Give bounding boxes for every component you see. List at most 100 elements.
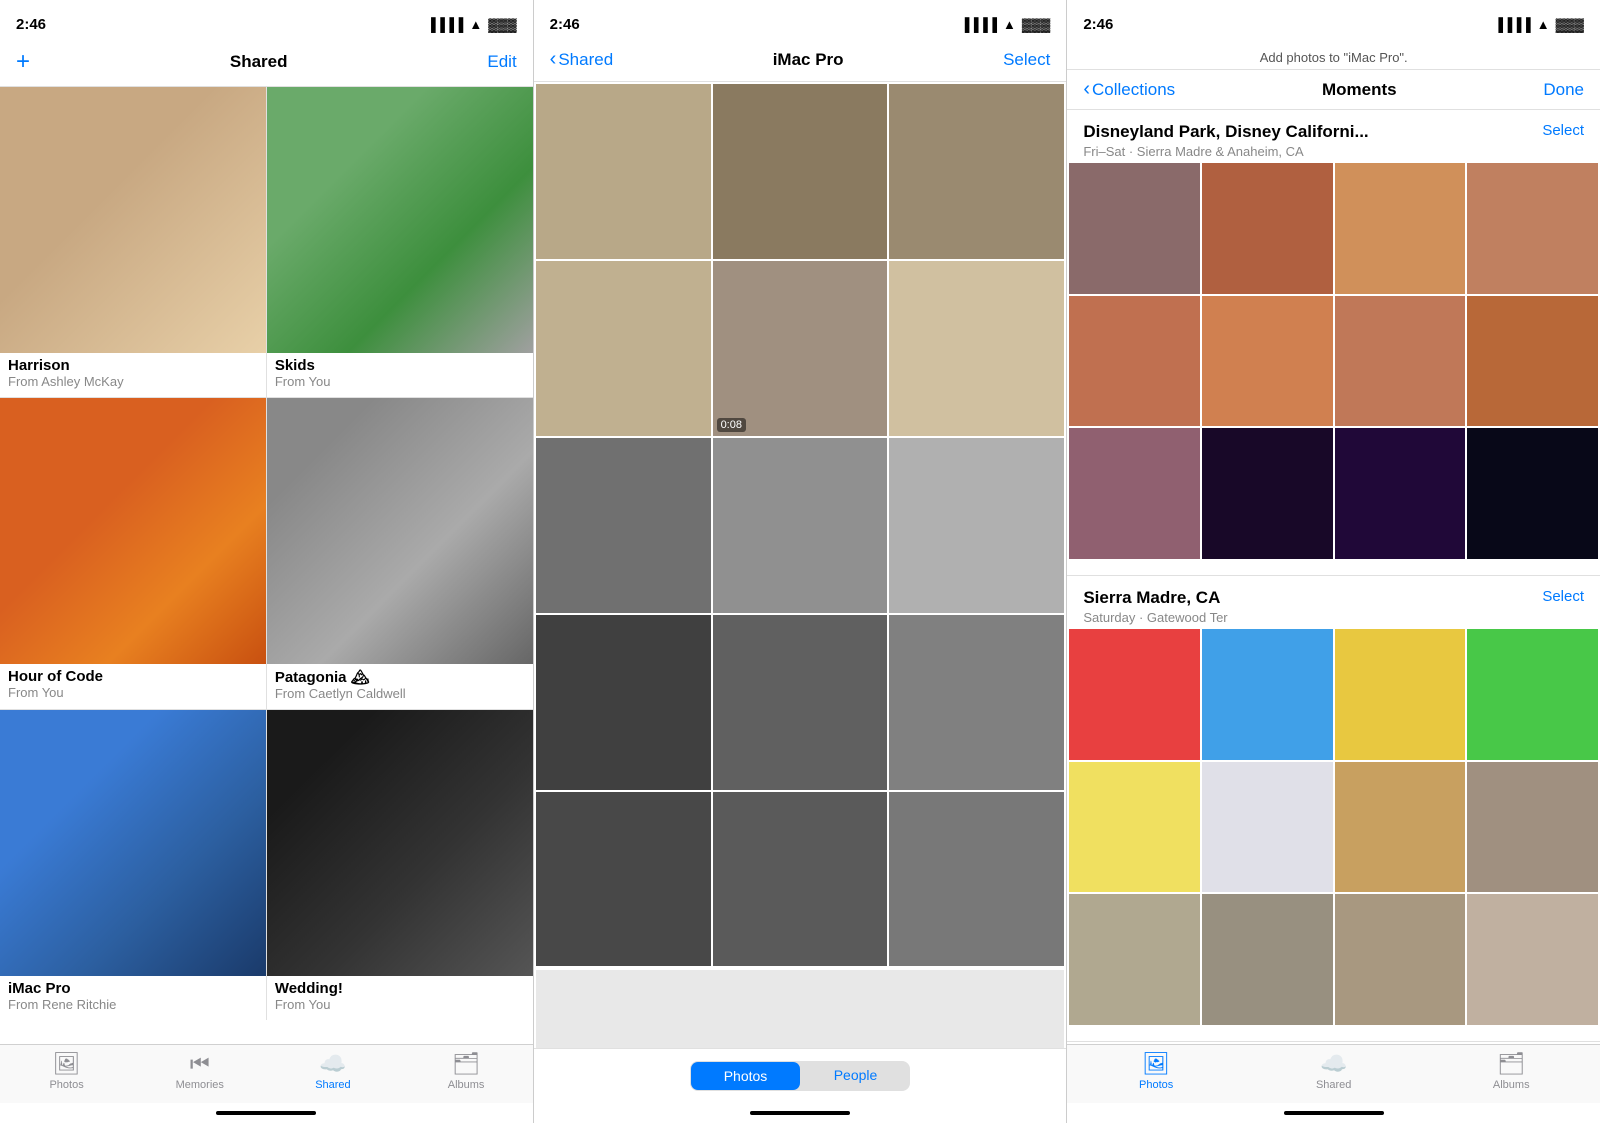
photo-cell-p10[interactable] [536, 615, 711, 790]
photo-color-p3 [889, 84, 1064, 259]
signal-icon-3: ▐▐▐▐ [1494, 17, 1531, 32]
moment-photo-disneyland-5[interactable] [1202, 296, 1333, 427]
back-button-3[interactable]: ‹ Collections [1083, 78, 1175, 101]
photo-cell-p9[interactable] [889, 438, 1064, 613]
photo-color-p1 [536, 84, 711, 259]
wifi-icon: ▲ [469, 17, 482, 32]
nav-bar-3: ‹ Collections Moments Done [1067, 70, 1600, 110]
moment-photo-sierramadre-3[interactable] [1467, 629, 1598, 760]
album-item-wedding[interactable]: Wedding! From You [267, 710, 533, 1020]
moment-photo-disneyland-8[interactable] [1069, 428, 1200, 559]
photo-cell-p6[interactable] [889, 261, 1064, 436]
photo-cell-p8[interactable] [713, 438, 888, 613]
home-bar-3 [1284, 1111, 1384, 1115]
add-button[interactable]: + [16, 48, 30, 76]
album-name-patagonia: Patagonia 🏔 [267, 664, 533, 686]
album-thumb-patagonia [267, 398, 533, 664]
moment-photo-sierramadre-2[interactable] [1335, 629, 1466, 760]
tab-photos-1[interactable]: 🖼 Photos [0, 1051, 133, 1091]
album-sub-harrison: From Ashley McKay [0, 374, 266, 389]
photo-cell-p7[interactable] [536, 438, 711, 613]
album-item-harrison[interactable]: Harrison From Ashley McKay [0, 87, 266, 397]
chevron-left-icon-3: ‹ [1083, 78, 1090, 101]
nav-bar-2: ‹ Shared iMac Pro Select [534, 44, 1067, 82]
status-bar-1: 2:46 ▐▐▐▐ ▲ ▓▓▓ [0, 0, 533, 44]
moment-photo-sierramadre-0[interactable] [1069, 629, 1200, 760]
tab-memories-1[interactable]: ⏮ Memories [133, 1051, 266, 1091]
album-item-skids[interactable]: Skids From You [267, 87, 533, 397]
moment-photo-disneyland-11[interactable] [1467, 428, 1598, 559]
status-bar-3: 2:46 ▐▐▐▐ ▲ ▓▓▓ [1067, 0, 1600, 44]
photo-grid-2: 0:08 [534, 82, 1067, 968]
moment-select-disneyland[interactable]: Select [1542, 122, 1584, 139]
moment-grid-sierramadre [1067, 629, 1600, 1025]
moment-info-sierramadre: Sierra Madre, CA Saturday · Gatewood Ter [1083, 588, 1227, 625]
nav-title-1: Shared [230, 52, 288, 72]
photo-cell-p11[interactable] [713, 615, 888, 790]
photo-cell-p14[interactable] [713, 792, 888, 967]
moment-photo-disneyland-3[interactable] [1467, 163, 1598, 294]
moment-photo-sierramadre-10[interactable] [1335, 894, 1466, 1025]
video-badge-p5: 0:08 [717, 418, 746, 432]
moment-photo-sierramadre-4[interactable] [1069, 762, 1200, 893]
wifi-icon-3: ▲ [1537, 17, 1550, 32]
done-button-3[interactable]: Done [1543, 80, 1584, 100]
add-photos-cell[interactable]: + [536, 970, 1065, 1048]
back-button-2[interactable]: ‹ Shared [550, 48, 614, 71]
people-seg-btn[interactable]: People [801, 1061, 910, 1091]
photo-cell-p1[interactable] [536, 84, 711, 259]
album-thumb-skids [267, 87, 533, 353]
photo-cell-p3[interactable] [889, 84, 1064, 259]
moment-photo-sierramadre-5[interactable] [1202, 762, 1333, 893]
photo-color-p6 [889, 261, 1064, 436]
moment-photo-disneyland-10[interactable] [1335, 428, 1466, 559]
tab-albums-3[interactable]: 🗂 Albums [1422, 1051, 1600, 1091]
photo-color-p2 [713, 84, 888, 259]
album-item-hourcode[interactable]: Hour of Code From You [0, 398, 266, 709]
photo-cell-p4[interactable] [536, 261, 711, 436]
album-name-wedding: Wedding! [267, 976, 533, 997]
photos-seg-btn[interactable]: Photos [691, 1062, 800, 1090]
moment-photo-disneyland-4[interactable] [1069, 296, 1200, 427]
tab-bar-1: 🖼 Photos ⏮ Memories ☁️ Shared 🗂 Albums [0, 1044, 533, 1103]
edit-button[interactable]: Edit [487, 52, 516, 72]
moment-photo-disneyland-0[interactable] [1069, 163, 1200, 294]
photo-cell-p2[interactable] [713, 84, 888, 259]
moment-photo-sierramadre-8[interactable] [1069, 894, 1200, 1025]
select-button-2[interactable]: Select [1003, 50, 1050, 70]
moment-photo-disneyland-1[interactable] [1202, 163, 1333, 294]
moment-photo-sierramadre-7[interactable] [1467, 762, 1598, 893]
status-time-3: 2:46 [1083, 16, 1113, 33]
status-time-2: 2:46 [550, 16, 580, 33]
nav-title-3: Moments [1322, 80, 1397, 100]
moment-select-sierramadre[interactable]: Select [1542, 588, 1584, 605]
tab-shared-1[interactable]: ☁️ Shared [266, 1051, 399, 1091]
moment-photo-disneyland-9[interactable] [1202, 428, 1333, 559]
moment-photo-sierramadre-9[interactable] [1202, 894, 1333, 1025]
tab-shared-3[interactable]: ☁️ Shared [1245, 1051, 1423, 1091]
photo-cell-p15[interactable] [889, 792, 1064, 967]
photo-cell-p12[interactable] [889, 615, 1064, 790]
moment-photo-sierramadre-11[interactable] [1467, 894, 1598, 1025]
moment-photo-disneyland-7[interactable] [1467, 296, 1598, 427]
moment-photo-sierramadre-1[interactable] [1202, 629, 1333, 760]
moment-photo-disneyland-6[interactable] [1335, 296, 1466, 427]
tab-albums-1[interactable]: 🗂 Albums [400, 1051, 533, 1091]
moment-sub-disneyland: Fri–Sat · Sierra Madre & Anaheim, CA [1083, 144, 1368, 159]
home-bar-1 [216, 1111, 316, 1115]
moment-photo-disneyland-2[interactable] [1335, 163, 1466, 294]
photos-tab-icon-3: 🖼 [1142, 1051, 1170, 1077]
shared-tab-icon-3: ☁️ [1320, 1051, 1347, 1077]
photo-cell-p5[interactable]: 0:08 [713, 261, 888, 436]
tab-bar-3: 🖼 Photos ☁️ Shared 🗂 Albums [1067, 1044, 1600, 1103]
home-indicator-2 [534, 1103, 1067, 1123]
album-item-patagonia[interactable]: Patagonia 🏔 From Caetlyn Caldwell [267, 398, 533, 709]
moment-photo-sierramadre-6[interactable] [1335, 762, 1466, 893]
tab-photos-3[interactable]: 🖼 Photos [1067, 1051, 1245, 1091]
photo-color-p9 [889, 438, 1064, 613]
album-sub-skids: From You [267, 374, 533, 389]
photo-cell-p13[interactable] [536, 792, 711, 967]
album-name-harrison: Harrison [0, 353, 266, 374]
album-item-imacpro[interactable]: iMac Pro From Rene Ritchie [0, 710, 266, 1020]
album-name-hourcode: Hour of Code [0, 664, 266, 685]
